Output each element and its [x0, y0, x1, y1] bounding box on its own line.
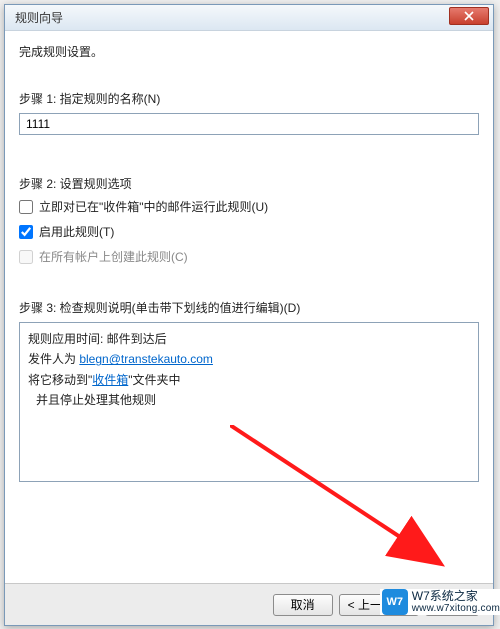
close-icon: [463, 11, 475, 21]
watermark-text: W7系统之家: [412, 590, 500, 603]
sender-link[interactable]: blegn@transtekauto.com: [79, 352, 213, 366]
desc-line-3: 将它移动到"收件箱"文件夹中: [28, 370, 470, 390]
all-accounts-label: 在所有帐户上创建此规则(C): [39, 248, 188, 265]
rule-description-box: 规则应用时间: 邮件到达后 发件人为 blegn@transtekauto.co…: [19, 322, 479, 482]
desc-line-4: 并且停止处理其他规则: [28, 390, 470, 410]
rule-name-input[interactable]: [19, 113, 479, 135]
option-enable-row: 启用此规则(T): [19, 223, 479, 240]
desc-line-1: 规则应用时间: 邮件到达后: [28, 329, 470, 349]
watermark-badge-icon: W7: [382, 589, 408, 615]
option-all-accounts-row: 在所有帐户上创建此规则(C): [19, 248, 479, 265]
window-title: 规则向导: [15, 9, 63, 26]
dialog-subtitle: 完成规则设置。: [19, 43, 479, 60]
dialog-content: 完成规则设置。 步骤 1: 指定规则的名称(N) 步骤 2: 设置规则选项 立即…: [5, 31, 493, 494]
step2-label: 步骤 2: 设置规则选项: [19, 175, 479, 192]
dialog-window: 规则向导 完成规则设置。 步骤 1: 指定规则的名称(N) 步骤 2: 设置规则…: [4, 4, 494, 626]
run-now-checkbox[interactable]: [19, 200, 33, 214]
enable-rule-checkbox[interactable]: [19, 225, 33, 239]
close-button[interactable]: [449, 7, 489, 25]
step3-label: 步骤 3: 检查规则说明(单击带下划线的值进行编辑)(D): [19, 299, 479, 316]
folder-link[interactable]: 收件箱: [92, 373, 128, 387]
desc-line-2: 发件人为 blegn@transtekauto.com: [28, 349, 470, 369]
watermark-url: www.w7xitong.com: [412, 603, 500, 614]
option-run-now-row: 立即对已在"收件箱"中的邮件运行此规则(U): [19, 198, 479, 215]
watermark: W7 W7系统之家 www.w7xitong.com: [380, 589, 500, 615]
enable-rule-label: 启用此规则(T): [39, 223, 114, 240]
run-now-label: 立即对已在"收件箱"中的邮件运行此规则(U): [39, 198, 268, 215]
titlebar: 规则向导: [5, 5, 493, 31]
step1-label: 步骤 1: 指定规则的名称(N): [19, 90, 479, 107]
all-accounts-checkbox: [19, 250, 33, 264]
cancel-button[interactable]: 取消: [273, 594, 333, 616]
